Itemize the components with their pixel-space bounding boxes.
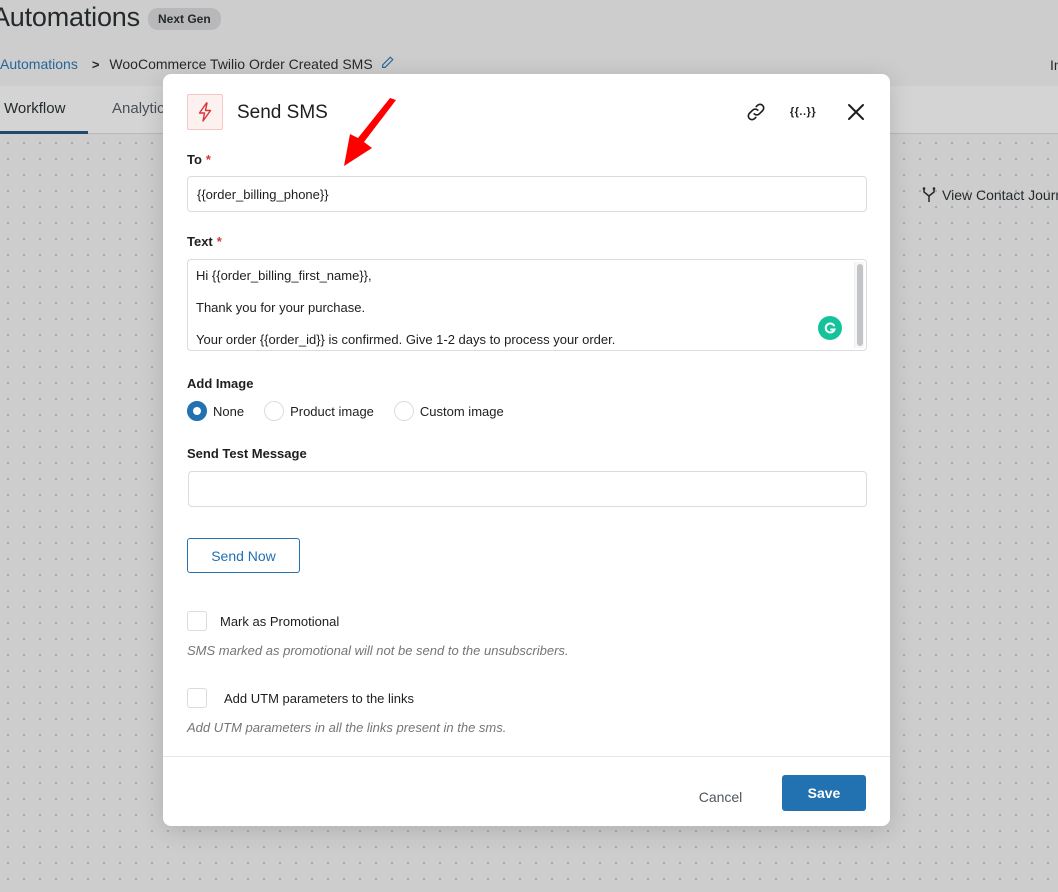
- save-button[interactable]: Save: [782, 775, 866, 811]
- send-sms-modal: Send SMS {{..}} To* Text* Hi {{order_bil…: [163, 74, 890, 826]
- utm-label: Add UTM parameters to the links: [224, 690, 415, 706]
- text-line: Thank you for your purchase.: [196, 300, 366, 315]
- utm-checkbox-row[interactable]: Add UTM parameters to the links: [187, 688, 414, 708]
- grammarly-icon[interactable]: [818, 316, 842, 340]
- link-icon[interactable]: [743, 98, 769, 126]
- send-test-label: Send Test Message: [187, 446, 307, 461]
- promotional-label: Mark as Promotional: [220, 613, 340, 629]
- radio-none-button[interactable]: [187, 401, 207, 421]
- utm-help-text: Add UTM parameters in all the links pres…: [187, 720, 507, 735]
- radio-none-label: None: [213, 403, 245, 419]
- radio-none[interactable]: None: [187, 401, 244, 421]
- merge-tags-icon[interactable]: {{..}}: [787, 98, 819, 126]
- modal-footer: Cancel Save: [163, 756, 890, 826]
- add-image-radio-group: None Product image Custom image: [187, 401, 524, 421]
- required-marker: *: [205, 152, 211, 167]
- radio-custom-image-label: Custom image: [419, 403, 504, 419]
- promotional-help-text: SMS marked as promotional will not be se…: [187, 643, 569, 658]
- to-input[interactable]: [187, 176, 867, 212]
- text-textarea[interactable]: Hi {{order_billing_first_name}}, Thank y…: [187, 259, 867, 351]
- text-line: Your order {{order_id}} is confirmed. Gi…: [196, 332, 616, 347]
- promotional-checkbox-row[interactable]: Mark as Promotional: [187, 611, 339, 631]
- lightning-icon: [187, 94, 223, 130]
- to-label-text: To: [187, 152, 202, 167]
- required-marker: *: [216, 234, 222, 249]
- to-label: To *: [187, 152, 211, 167]
- radio-product-image-label: Product image: [290, 403, 374, 419]
- radio-custom-image[interactable]: Custom image: [393, 401, 504, 421]
- utm-checkbox[interactable]: [187, 688, 207, 708]
- text-line: Hi {{order_billing_first_name}},: [196, 268, 372, 283]
- cancel-button[interactable]: Cancel: [683, 779, 758, 815]
- text-label: Text *: [187, 234, 222, 249]
- modal-header: Send SMS {{..}}: [163, 74, 890, 148]
- send-now-button[interactable]: Send Now: [187, 538, 300, 573]
- radio-product-image[interactable]: Product image: [264, 401, 374, 421]
- modal-title: Send SMS: [237, 102, 328, 123]
- text-label-text: Text: [187, 234, 213, 249]
- add-image-label: Add Image: [187, 376, 254, 391]
- radio-product-image-button[interactable]: [264, 401, 285, 421]
- textarea-scrollbar[interactable]: [854, 262, 864, 348]
- close-icon[interactable]: [843, 98, 869, 126]
- promotional-checkbox[interactable]: [187, 611, 207, 631]
- send-test-input[interactable]: [188, 471, 867, 507]
- scrollbar-thumb[interactable]: [857, 264, 863, 346]
- radio-custom-image-button[interactable]: [393, 401, 414, 421]
- annotation-arrow-icon: [344, 98, 396, 166]
